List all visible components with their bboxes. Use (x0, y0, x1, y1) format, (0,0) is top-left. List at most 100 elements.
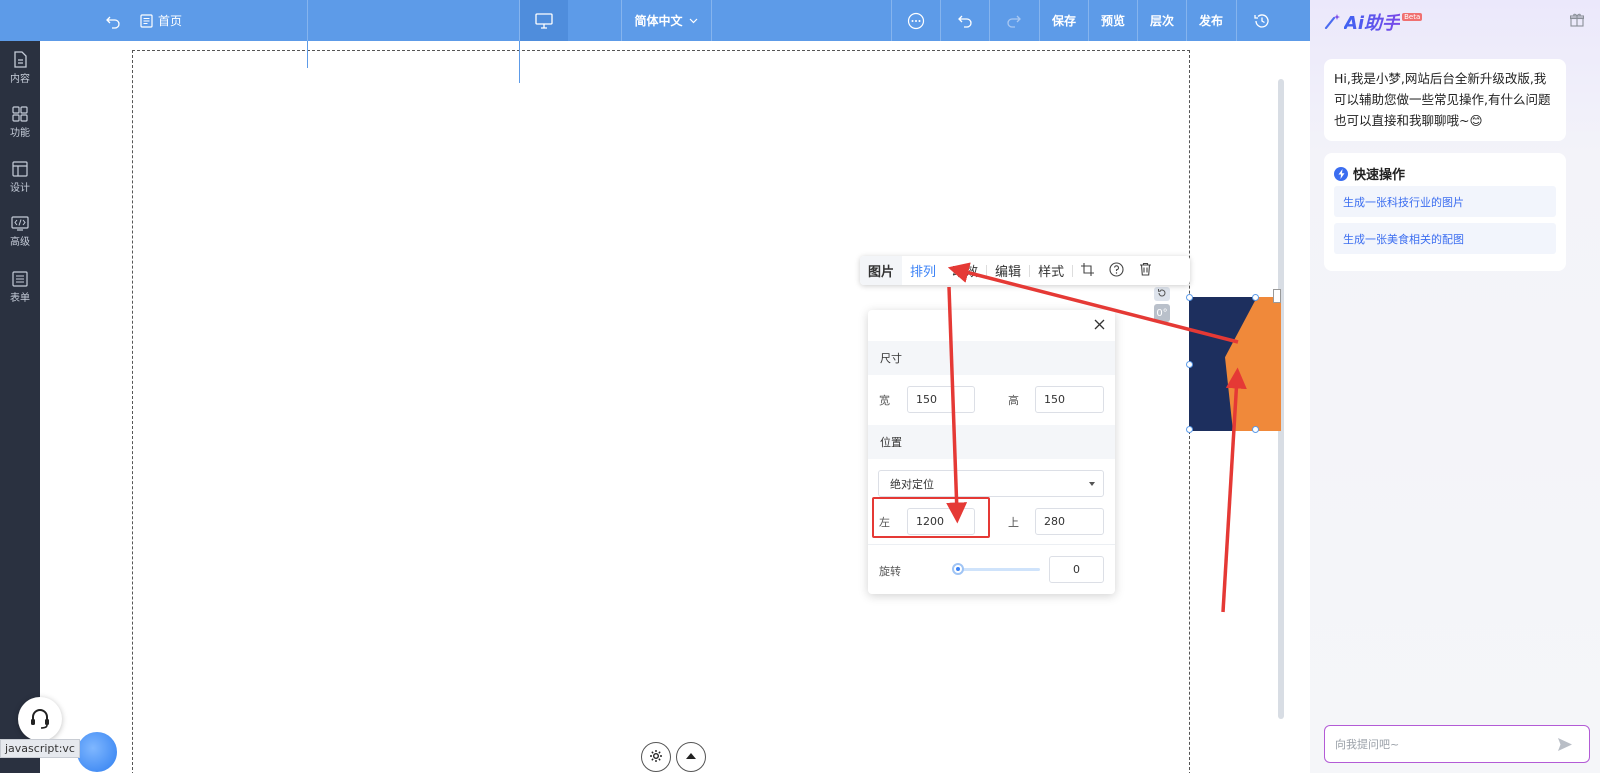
rotate-icon (1157, 288, 1167, 301)
rotate-label: 旋转 (879, 565, 901, 578)
undo-icon (957, 14, 973, 28)
rotate-slider-track[interactable] (956, 568, 1040, 571)
floating-assistant-ball[interactable] (74, 729, 120, 773)
settings-control[interactable] (641, 742, 671, 772)
beta-badge: Beta (1402, 13, 1423, 21)
history-button[interactable] (1237, 0, 1287, 41)
crop-button[interactable] (1073, 256, 1102, 285)
quick-actions-title: 快速操作 (1334, 164, 1405, 183)
assistant-greeting-message: Hi,我是小梦,网站后台全新升级改版,我可以辅助您做一些常见操作,有什么问题也可… (1324, 59, 1566, 141)
preview-button[interactable]: 预览 (1089, 0, 1137, 41)
resize-handle[interactable] (1186, 361, 1193, 368)
section-divider (868, 544, 1115, 545)
grid-icon (12, 105, 28, 122)
divider (307, 0, 308, 41)
divider (711, 0, 712, 41)
sidebar-item-label: 设计 (10, 182, 30, 194)
help-button[interactable] (1102, 256, 1131, 285)
status-bar-url: javascript:vc (0, 739, 80, 758)
rotation-degree-badge: 0° (1154, 304, 1170, 322)
close-icon[interactable] (1094, 318, 1105, 334)
alignment-guide (307, 41, 308, 68)
lightning-icon (1334, 166, 1348, 181)
tab-image[interactable]: 图片 (860, 256, 903, 285)
rotate-handle[interactable] (1154, 287, 1170, 301)
position-section-heading: 位置 (868, 425, 1115, 459)
resize-handle[interactable] (1186, 294, 1193, 301)
sidebar-item-advanced[interactable]: 高级 (0, 207, 40, 257)
trash-icon (1139, 262, 1152, 279)
quick-action-tech-image[interactable]: 生成一张科技行业的图片 (1334, 186, 1556, 217)
scroll-top-control[interactable] (676, 742, 706, 772)
quick-actions-card: 快速操作 生成一张科技行业的图片 生成一张美食相关的配图 (1324, 153, 1566, 271)
page-selector[interactable]: 首页 (140, 0, 200, 41)
sidebar-item-label: 功能 (10, 127, 30, 139)
save-button[interactable]: 保存 (1040, 0, 1088, 41)
history-icon (1253, 12, 1271, 30)
sidebar-item-label: 高级 (10, 237, 30, 248)
top-toolbar: 首页 简体中文 保存 预览 层次 发布 (0, 0, 1310, 41)
tab-animation[interactable]: 动效 (944, 256, 986, 285)
width-input[interactable]: 150 (907, 386, 975, 413)
redo-button[interactable] (990, 0, 1038, 41)
resize-handle[interactable] (1252, 426, 1259, 433)
arrange-panel: 尺寸 宽 150 高 150 位置 绝对定位 左 1200 上 280 旋转 0 (868, 310, 1115, 594)
page-icon (140, 13, 153, 28)
tab-style[interactable]: 样式 (1030, 256, 1072, 285)
tab-arrange[interactable]: 排列 (902, 256, 944, 285)
editor-canvas[interactable]: 0° 图片 排列 动效 编辑 样式 尺寸 宽 150 高 150 位置 绝对定位… (40, 41, 1310, 773)
monitor-icon (535, 12, 553, 29)
more-button[interactable] (892, 0, 940, 41)
desktop-view-button[interactable] (520, 0, 568, 41)
customer-support-button[interactable] (18, 697, 62, 741)
annotation-highlight-box (872, 497, 990, 538)
resize-handle[interactable] (1252, 294, 1259, 301)
magic-wand-icon (1324, 13, 1342, 33)
height-input[interactable]: 150 (1035, 386, 1104, 413)
send-icon[interactable] (1557, 737, 1573, 755)
layout-icon (12, 160, 28, 177)
quick-action-food-image[interactable]: 生成一张美食相关的配图 (1334, 223, 1556, 254)
quick-actions-label: 快速操作 (1353, 168, 1406, 183)
sidebar-item-form[interactable]: 表单 (0, 262, 40, 312)
image-graphic (1225, 297, 1281, 431)
rotate-input[interactable]: 0 (1049, 556, 1104, 583)
publish-button[interactable]: 发布 (1187, 0, 1235, 41)
top-position-input[interactable]: 280 (1035, 508, 1104, 535)
gift-icon[interactable] (1569, 13, 1585, 30)
selected-image-element[interactable] (1189, 297, 1281, 431)
divider (621, 0, 622, 41)
arrow-up-icon (685, 750, 697, 764)
form-icon (12, 270, 28, 287)
caret-down-icon (1089, 482, 1095, 486)
left-sidebar: 内容 功能 设计 高级 表单 (0, 41, 40, 773)
sidebar-item-design[interactable]: 设计 (0, 152, 40, 202)
more-icon (907, 12, 925, 30)
rotate-slider-thumb[interactable] (952, 563, 964, 575)
code-icon (11, 216, 29, 231)
chevron-down-icon (689, 18, 698, 24)
sidebar-item-label: 表单 (10, 292, 30, 304)
tab-edit[interactable]: 编辑 (987, 256, 1029, 285)
layers-button[interactable]: 层次 (1138, 0, 1186, 41)
sidebar-item-features[interactable]: 功能 (0, 97, 40, 147)
element-tag (1273, 289, 1281, 303)
document-icon (12, 51, 28, 68)
language-select[interactable]: 简体中文 (630, 0, 702, 41)
top-label: 上 (1008, 516, 1019, 529)
size-section-heading: 尺寸 (868, 341, 1115, 375)
ai-assistant-panel: Ai助手 Beta Hi,我是小梦,网站后台全新升级改版,我可以辅助您做一些常见… (1310, 0, 1600, 773)
resize-handle[interactable] (1186, 426, 1193, 433)
redo-icon (1006, 14, 1022, 28)
headset-icon (28, 706, 52, 733)
position-mode-select[interactable]: 绝对定位 (878, 470, 1104, 497)
back-icon[interactable] (100, 0, 126, 41)
delete-button[interactable] (1131, 256, 1160, 285)
help-icon (1109, 261, 1124, 280)
language-label: 简体中文 (634, 14, 683, 28)
sidebar-item-content[interactable]: 内容 (0, 43, 40, 93)
undo-button[interactable] (941, 0, 989, 41)
height-label: 高 (1008, 394, 1019, 407)
ai-chat-input[interactable]: 向我提问吧~ (1324, 725, 1590, 763)
sidebar-item-label: 内容 (10, 74, 30, 85)
